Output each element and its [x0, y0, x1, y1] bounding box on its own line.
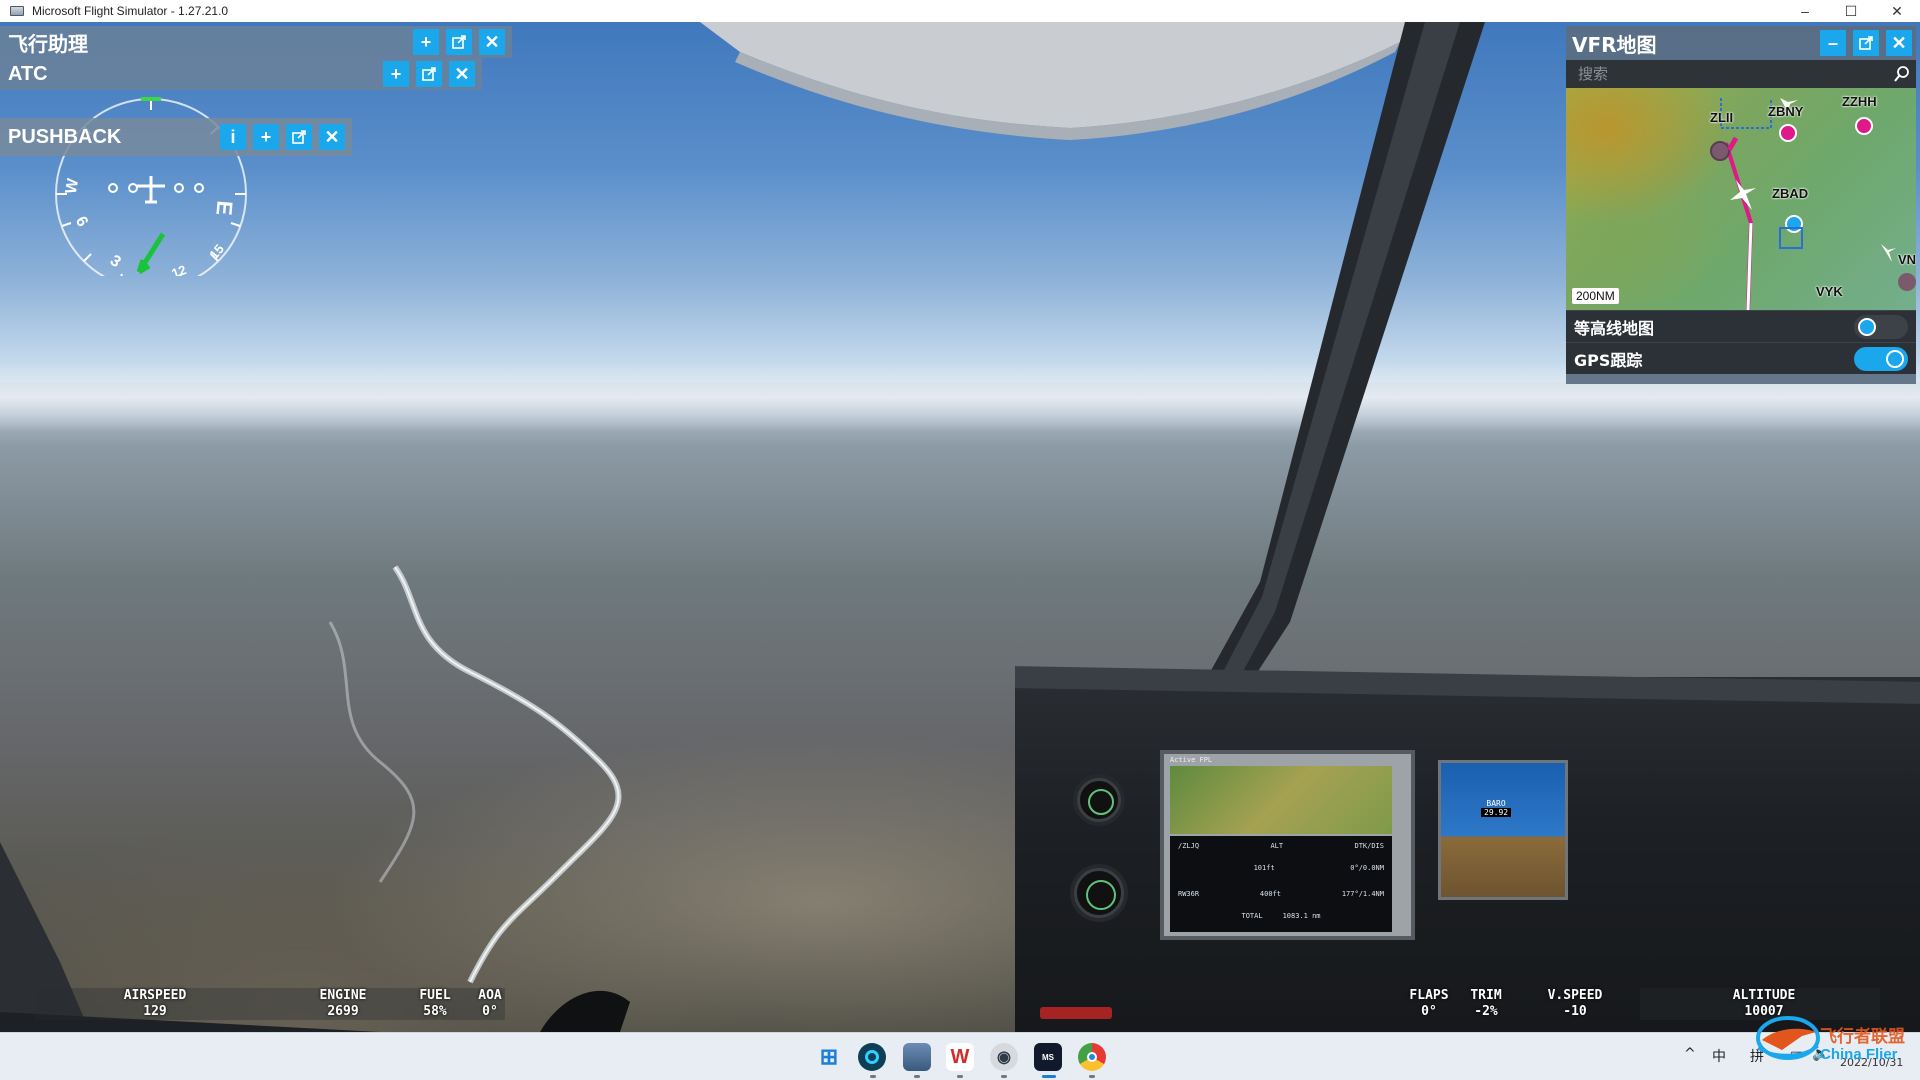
vfr-search-input[interactable] — [1578, 65, 1894, 83]
map-scale: 200NM — [1572, 288, 1619, 304]
watermark-logo: 飞行者联盟 China Flier — [1752, 1006, 1920, 1072]
plus-icon[interactable]: + — [413, 29, 439, 55]
mfd-map — [1170, 766, 1392, 834]
airport-label[interactable]: ZBNY — [1768, 104, 1803, 119]
panel-title: PUSHBACK — [8, 125, 122, 148]
toggle-knob — [1858, 317, 1876, 336]
minimize-icon[interactable]: – — [1820, 30, 1846, 56]
close-icon[interactable]: ✕ — [449, 61, 475, 87]
watermark-emblem — [1756, 1016, 1820, 1060]
minimize-button[interactable]: – — [1782, 0, 1828, 22]
mfd-row: RW36R 400ft 177°/1.4NM — [1178, 890, 1384, 898]
airport-label[interactable]: ZBAD — [1772, 186, 1808, 201]
compass-label: W — [63, 176, 83, 195]
compass-label: 15 — [206, 241, 227, 262]
hud-fuel: FUEL 58% — [419, 988, 451, 1019]
tray-chevron-icon[interactable]: ^ — [1684, 1046, 1696, 1062]
primary-flight-display[interactable]: BARO 29.92 — [1438, 760, 1568, 900]
mfd-header: Active FPL — [1170, 756, 1213, 764]
running-indicator — [957, 1075, 963, 1078]
popout-icon[interactable] — [286, 124, 312, 150]
hud-flaps: FLAPS 0° — [1409, 988, 1449, 1019]
close-window-button[interactable]: ✕ — [1874, 0, 1920, 22]
standby-gauge — [1074, 868, 1124, 918]
active-indicator — [1042, 1075, 1056, 1078]
running-indicator — [1001, 1075, 1007, 1078]
hud-engine: ENGINE 2699 — [319, 988, 367, 1019]
gps-track-toggle[interactable] — [1854, 346, 1908, 371]
toggle-knob — [1886, 349, 1904, 368]
compass-label: E — [211, 200, 237, 217]
popout-icon[interactable] — [446, 29, 472, 55]
ime-language[interactable]: 中 — [1712, 1046, 1726, 1066]
chrome-icon[interactable] — [1078, 1043, 1106, 1071]
toggle-row-gps[interactable]: GPS跟踪 — [1566, 342, 1916, 374]
atc-panel[interactable]: ATC + ✕ — [0, 58, 482, 90]
info-icon[interactable]: i — [220, 124, 246, 150]
airport-label[interactable]: ZLII — [1710, 110, 1733, 125]
hud-trim: TRIM -2% — [1470, 988, 1502, 1019]
close-icon[interactable]: ✕ — [479, 29, 505, 55]
hud-vspeed: V.SPEED -10 — [1547, 988, 1603, 1019]
vfr-search-bar — [1566, 60, 1916, 88]
pushback-panel[interactable]: PUSHBACK i + ✕ — [0, 118, 352, 156]
windows-start-icon[interactable]: ⊞ — [815, 1043, 843, 1071]
msfs-icon[interactable]: MS — [1034, 1043, 1062, 1071]
plus-icon[interactable]: + — [383, 61, 409, 87]
clock-gauge — [1077, 778, 1121, 822]
compass-label: 12 — [169, 262, 188, 276]
compass-label: 6 — [72, 214, 91, 230]
vfr-map-panel[interactable]: VFR地图 – ✕ ZLII ZBNY ZZHH ZBAD VYK VN — [1566, 26, 1916, 384]
warning-light — [1040, 1007, 1112, 1019]
panel-title: 飞行助理 — [8, 31, 88, 56]
vfr-map-header: VFR地图 – ✕ — [1566, 26, 1916, 60]
panel-title: ATC — [8, 62, 48, 85]
plus-icon[interactable]: + — [253, 124, 279, 150]
toggle-label: GPS跟踪 — [1574, 350, 1643, 370]
compass-label: 3 — [107, 252, 124, 271]
close-icon[interactable]: ✕ — [319, 124, 345, 150]
maximize-button[interactable]: ☐ — [1828, 0, 1874, 22]
running-indicator — [914, 1075, 920, 1078]
panel-title: VFR地图 — [1572, 32, 1657, 57]
contour-toggle[interactable] — [1854, 314, 1908, 339]
running-indicator — [1089, 1075, 1095, 1078]
toggle-label: 等高线地图 — [1574, 318, 1655, 338]
app-icon — [10, 6, 24, 16]
hud-airspeed: AIRSPEED 129 — [123, 988, 187, 1019]
pfd-baro: BARO 29.92 — [1481, 799, 1512, 817]
airport-label[interactable]: VN — [1898, 252, 1916, 267]
popout-icon[interactable] — [1853, 30, 1879, 56]
running-indicator — [870, 1075, 876, 1078]
photos-icon[interactable] — [903, 1043, 931, 1071]
cortana-icon[interactable] — [858, 1043, 886, 1071]
hud-aoa: AOA 0° — [478, 988, 502, 1019]
taskbar: ⊞ W ◉ MS — [0, 1032, 1920, 1080]
airport-label[interactable]: ZZHH — [1842, 94, 1877, 109]
mfd-row: TOTAL 1083.1 nm — [1241, 912, 1321, 920]
window-title: Microsoft Flight Simulator - 1.27.21.0 — [32, 4, 229, 18]
toggle-row-contour[interactable]: 等高线地图 — [1566, 310, 1916, 342]
steam-icon[interactable]: ◉ — [990, 1043, 1018, 1071]
mfd-flightplan: /ZLJQ ALT DTK/DIS 101ft 0°/0.0NM RW36R 400ft… — [1170, 836, 1392, 932]
wps-icon[interactable]: W — [946, 1043, 974, 1071]
popout-icon[interactable] — [416, 61, 442, 87]
mfd-row: 101ft 0°/0.0NM — [1253, 864, 1384, 872]
watermark-text: 飞行者联盟 China Flier — [1820, 1027, 1905, 1064]
mfd-row: /ZLJQ ALT DTK/DIS — [1178, 842, 1384, 850]
search-icon[interactable] — [1894, 66, 1910, 82]
vfr-map-canvas[interactable]: ZLII ZBNY ZZHH ZBAD VYK VN 200NM — [1566, 88, 1916, 310]
map-overlay — [1710, 98, 1916, 310]
window-titlebar: Microsoft Flight Simulator - 1.27.21.0 –… — [0, 0, 1920, 22]
aircraft-icon — [1730, 180, 1756, 210]
airport-label[interactable]: VYK — [1816, 284, 1843, 299]
multi-function-display[interactable]: Active FPL /ZLJQ ALT DTK/DIS 101ft 0°/0.0NM… — [1160, 750, 1415, 940]
close-icon[interactable]: ✕ — [1886, 30, 1912, 56]
flight-assistant-panel[interactable]: 飞行助理 + ✕ — [0, 26, 512, 58]
